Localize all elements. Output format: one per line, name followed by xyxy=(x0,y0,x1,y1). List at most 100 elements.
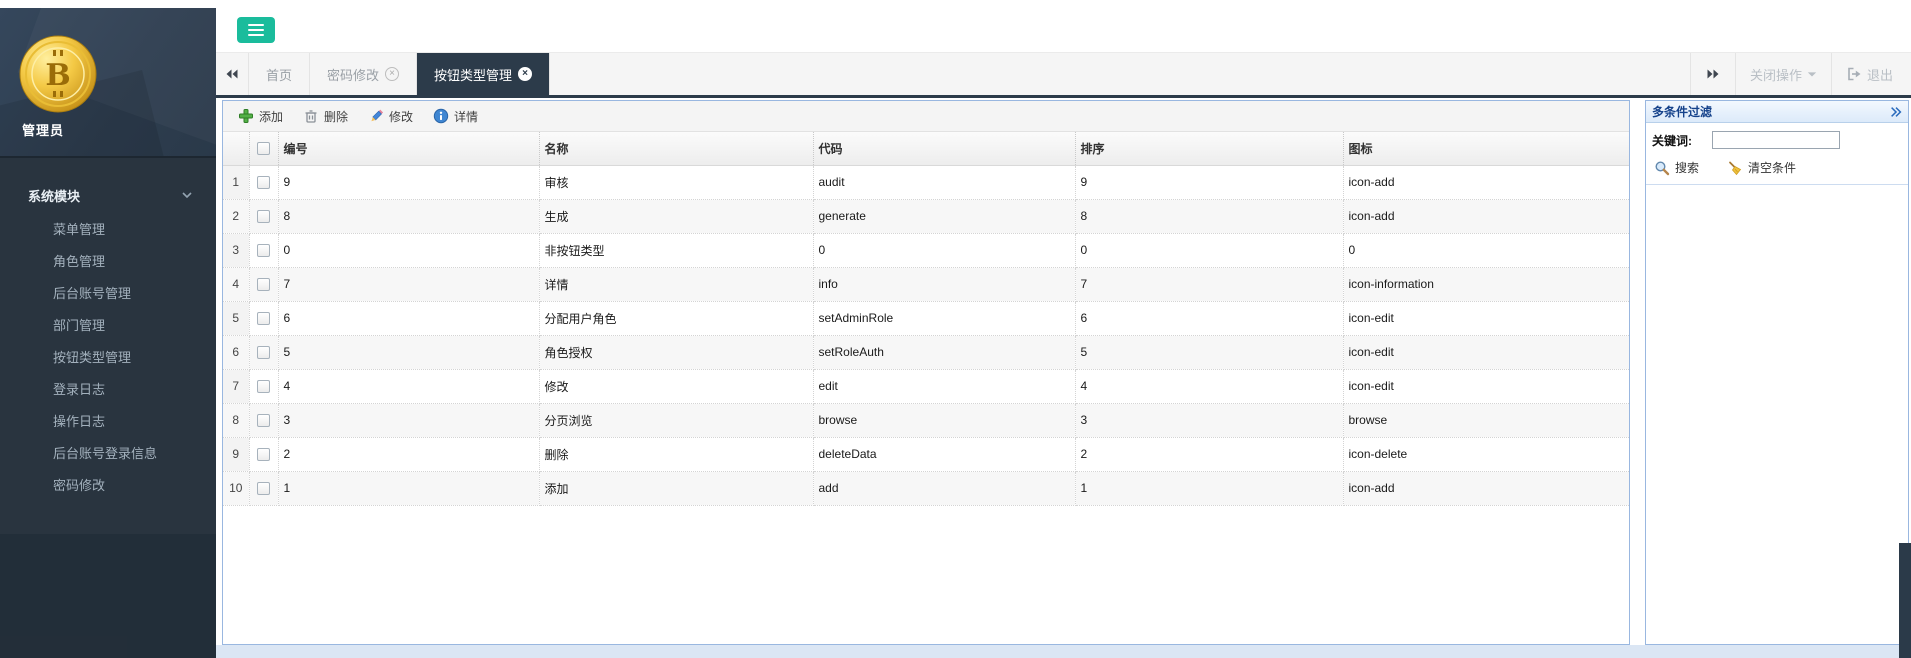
sidebar-item-login-log[interactable]: 登录日志 xyxy=(0,374,216,406)
column-header-name[interactable]: 名称 xyxy=(539,132,813,165)
hamburger-icon xyxy=(248,24,264,26)
table-row[interactable]: 9 2 删除 deleteData 2 icon-delete xyxy=(223,437,1629,471)
tab-label: 首页 xyxy=(266,65,292,84)
table-row[interactable]: 5 6 分配用户角色 setAdminRole 6 icon-edit xyxy=(223,301,1629,335)
row-number: 3 xyxy=(223,233,249,267)
row-checkbox[interactable] xyxy=(257,210,270,223)
detail-button-label: 详情 xyxy=(454,108,478,125)
bottom-strip xyxy=(216,645,1911,658)
tab-label: 按钮类型管理 xyxy=(434,65,512,84)
search-button[interactable]: 搜索 xyxy=(1654,159,1699,176)
cell-name: 分页浏览 xyxy=(539,403,813,437)
tab-scroll-right-button[interactable] xyxy=(1690,53,1735,95)
cell-id: 8 xyxy=(278,199,539,233)
sidebar-item-admin-login-info[interactable]: 后台账号登录信息 xyxy=(0,438,216,470)
row-checkbox[interactable] xyxy=(257,346,270,359)
cell-code: edit xyxy=(813,369,1075,403)
column-header-code[interactable]: 代码 xyxy=(813,132,1075,165)
delete-button-label: 删除 xyxy=(324,108,348,125)
tab-button-type-management[interactable]: 按钮类型管理 xyxy=(417,53,550,95)
cell-code: setRoleAuth xyxy=(813,335,1075,369)
cell-code: browse xyxy=(813,403,1075,437)
cell-icon: icon-information xyxy=(1343,267,1629,301)
cell-sort: 4 xyxy=(1075,369,1343,403)
cell-icon: icon-delete xyxy=(1343,437,1629,471)
filter-panel-body: 关键词: 搜索 清空条件 xyxy=(1646,123,1908,185)
sidebar-item-label: 后台账号登录信息 xyxy=(53,446,157,461)
cell-id: 2 xyxy=(278,437,539,471)
sidebar-item-menu-management[interactable]: 菜单管理 xyxy=(0,214,216,246)
row-checkbox[interactable] xyxy=(257,176,270,189)
delete-button[interactable]: 删除 xyxy=(296,105,355,128)
sidebar-item-label: 后台账号管理 xyxy=(53,286,131,301)
cell-sort: 1 xyxy=(1075,471,1343,505)
table-row[interactable]: 1 9 审核 audit 9 icon-add xyxy=(223,165,1629,199)
row-number: 6 xyxy=(223,335,249,369)
row-number: 8 xyxy=(223,403,249,437)
filter-panel-title: 多条件过滤 xyxy=(1652,103,1712,120)
table-row[interactable]: 3 0 非按钮类型 0 0 0 xyxy=(223,233,1629,267)
tab-label: 密码修改 xyxy=(327,65,379,84)
table-row[interactable]: 4 7 详情 info 7 icon-information xyxy=(223,267,1629,301)
column-header-icon[interactable]: 图标 xyxy=(1343,132,1629,165)
sidebar-section-system-module[interactable]: 系统模块 xyxy=(0,184,216,206)
row-checkbox[interactable] xyxy=(257,244,270,257)
edit-button-label: 修改 xyxy=(389,108,413,125)
detail-button[interactable]: 详情 xyxy=(426,105,485,128)
logout-button[interactable]: 退出 xyxy=(1831,53,1907,95)
sidebar-item-password-change[interactable]: 密码修改 xyxy=(0,470,216,502)
sidebar-item-label: 操作日志 xyxy=(53,414,105,429)
table-row[interactable]: 10 1 添加 add 1 icon-add xyxy=(223,471,1629,505)
broom-icon xyxy=(1727,160,1743,176)
cell-icon: browse xyxy=(1343,403,1629,437)
table-row[interactable]: 7 4 修改 edit 4 icon-edit xyxy=(223,369,1629,403)
table-row[interactable]: 2 8 生成 generate 8 icon-add xyxy=(223,199,1629,233)
sidebar-item-operation-log[interactable]: 操作日志 xyxy=(0,406,216,438)
row-checkbox[interactable] xyxy=(257,278,270,291)
table-row[interactable]: 6 5 角色授权 setRoleAuth 5 icon-edit xyxy=(223,335,1629,369)
close-operations-dropdown[interactable]: 关闭操作 xyxy=(1735,53,1831,95)
sidebar-item-department-management[interactable]: 部门管理 xyxy=(0,310,216,342)
clear-conditions-button[interactable]: 清空条件 xyxy=(1727,159,1796,176)
row-checkbox[interactable] xyxy=(257,312,270,325)
scrollbar-thumb[interactable] xyxy=(1899,543,1911,658)
row-checkbox[interactable] xyxy=(257,414,270,427)
menu-toggle-button[interactable] xyxy=(237,17,275,43)
row-number: 4 xyxy=(223,267,249,301)
collapse-panel-icon[interactable] xyxy=(1889,105,1903,119)
cell-sort: 2 xyxy=(1075,437,1343,471)
cell-id: 6 xyxy=(278,301,539,335)
sidebar-item-role-management[interactable]: 角色管理 xyxy=(0,246,216,278)
select-all-checkbox[interactable] xyxy=(257,142,270,155)
row-checkbox[interactable] xyxy=(257,448,270,461)
cell-id: 9 xyxy=(278,165,539,199)
column-header-sort[interactable]: 排序 xyxy=(1075,132,1343,165)
cell-id: 4 xyxy=(278,369,539,403)
sidebar-item-label: 角色管理 xyxy=(53,254,105,269)
keyword-input[interactable] xyxy=(1712,131,1840,149)
cell-code: audit xyxy=(813,165,1075,199)
sidebar-item-label: 菜单管理 xyxy=(53,222,105,237)
row-checkbox[interactable] xyxy=(257,380,270,393)
row-number: 5 xyxy=(223,301,249,335)
cell-name: 角色授权 xyxy=(539,335,813,369)
tab-password-change[interactable]: 密码修改 xyxy=(310,53,417,95)
datagrid-panel: 添加 删除 修改 详情 编号 xyxy=(222,100,1630,645)
sidebar-item-button-type-management[interactable]: 按钮类型管理 xyxy=(0,342,216,374)
keyword-label: 关键词: xyxy=(1652,132,1692,149)
tab-scroll-left-button[interactable] xyxy=(216,53,249,95)
filter-panel: 多条件过滤 关键词: 搜索 清空条件 xyxy=(1645,100,1909,645)
close-operations-label: 关闭操作 xyxy=(1750,65,1802,84)
close-icon[interactable] xyxy=(385,67,399,81)
sidebar-item-label: 密码修改 xyxy=(53,478,105,493)
table-row[interactable]: 8 3 分页浏览 browse 3 browse xyxy=(223,403,1629,437)
add-button[interactable]: 添加 xyxy=(231,105,290,128)
column-header-id[interactable]: 编号 xyxy=(278,132,539,165)
tab-home[interactable]: 首页 xyxy=(249,53,310,95)
close-icon[interactable] xyxy=(518,67,532,81)
edit-button[interactable]: 修改 xyxy=(361,105,420,128)
cell-name: 详情 xyxy=(539,267,813,301)
row-checkbox[interactable] xyxy=(257,482,270,495)
sidebar-item-admin-account-management[interactable]: 后台账号管理 xyxy=(0,278,216,310)
row-number: 7 xyxy=(223,369,249,403)
